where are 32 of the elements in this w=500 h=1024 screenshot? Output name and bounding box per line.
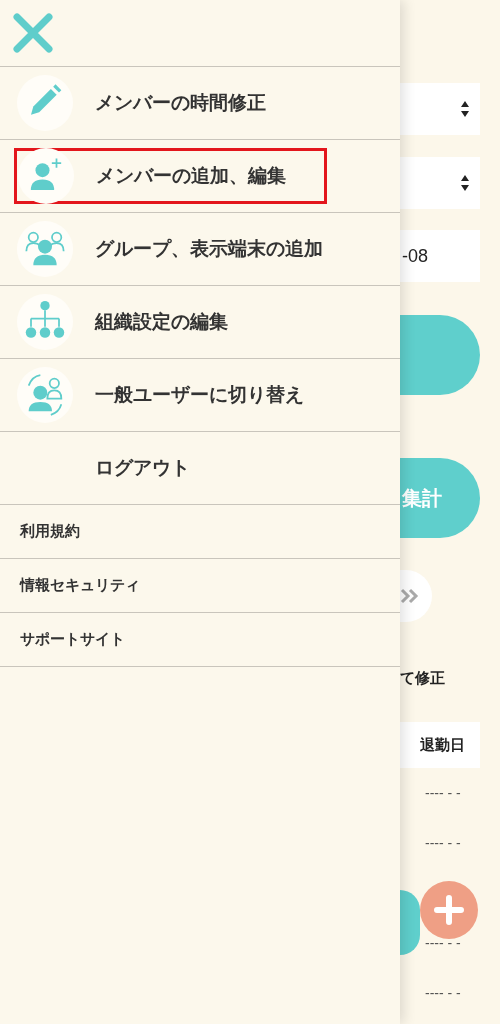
next-button[interactable] xyxy=(400,570,432,622)
fab-button[interactable] xyxy=(400,890,420,955)
org-chart-icon xyxy=(17,294,73,350)
menu-item[interactable]: メンバーの追加、編集 xyxy=(14,148,327,204)
table-cell-text: ---- - - xyxy=(425,833,461,853)
footer-link[interactable]: 情報セキュリティ xyxy=(20,574,140,597)
table-cell-text: ---- - - xyxy=(425,983,461,1003)
table-cell-text: ---- - - xyxy=(425,933,461,953)
date-field[interactable]: -08 xyxy=(400,230,480,282)
close-icon[interactable] xyxy=(12,12,54,54)
menu-item[interactable]: 一般ユーザーに切り替え xyxy=(17,367,304,423)
menu-item[interactable]: メンバーの時間修正 xyxy=(17,75,266,131)
people-group-icon xyxy=(17,221,73,277)
action-button[interactable] xyxy=(400,315,480,395)
plus-icon xyxy=(434,895,464,925)
switch-user-icon xyxy=(17,367,73,423)
select-field[interactable] xyxy=(400,83,480,135)
double-chevron-icon xyxy=(400,588,420,604)
sort-arrows-icon xyxy=(460,100,470,118)
add-person-icon xyxy=(18,148,74,204)
select-field[interactable] xyxy=(400,157,480,209)
note-text: て修正 xyxy=(400,668,446,688)
footer-link[interactable]: サポートサイト xyxy=(20,628,125,651)
menu-item[interactable]: ログアウト xyxy=(17,440,190,496)
sort-arrows-icon xyxy=(460,174,470,192)
menu-item[interactable]: 組織設定の編集 xyxy=(17,294,228,350)
footer-link[interactable]: 利用規約 xyxy=(20,520,80,543)
add-button[interactable] xyxy=(420,881,478,939)
pencil-icon xyxy=(17,75,73,131)
column-header: 退勤日 xyxy=(420,734,465,755)
menu-item[interactable]: グループ、表示端末の追加 xyxy=(17,221,323,277)
table-cell-text: ---- - - xyxy=(425,783,461,803)
